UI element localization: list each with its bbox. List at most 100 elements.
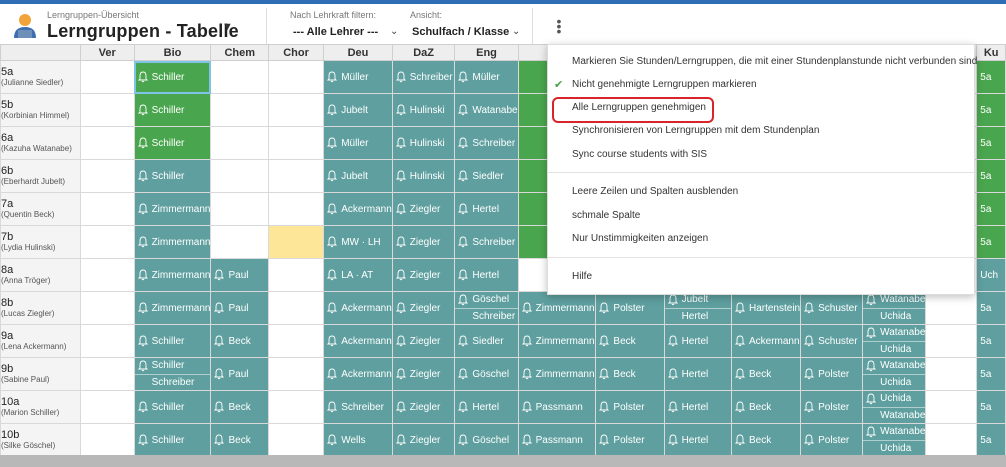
cell-subject[interactable]: Watanabe Uchida	[862, 357, 927, 391]
cell-subject[interactable]: Watanabe Uchida	[862, 291, 927, 325]
cell-subject[interactable]: Polster	[800, 423, 864, 457]
cell-ver[interactable]	[79, 192, 135, 226]
cell-daz[interactable]: Ziegler	[391, 390, 456, 424]
cell-chor[interactable]	[267, 93, 325, 127]
cell-subject[interactable]: Hertel	[663, 390, 732, 424]
cell-deu[interactable]: Jubelt	[323, 159, 393, 193]
cell-chor[interactable]	[267, 390, 325, 424]
menu-item-sync-sis[interactable]: Sync course students with SIS	[572, 149, 707, 160]
cell-chor[interactable]	[267, 126, 325, 160]
cell-subject[interactable]: Schuster	[800, 291, 864, 325]
cell-daz[interactable]: Ziegler	[391, 324, 456, 358]
cell-deu[interactable]: Wells	[323, 423, 393, 457]
cell-chem[interactable]	[210, 126, 269, 160]
column-header-chem[interactable]: Chem	[210, 44, 269, 61]
cell-chem[interactable]: Paul	[210, 258, 269, 292]
row-header[interactable]: 9b (Sabine Paul)	[0, 357, 81, 391]
cell-eng[interactable]: Siedler	[454, 159, 519, 193]
column-header-chor[interactable]: Chor	[267, 44, 325, 61]
cell-bio[interactable]: Schiller	[133, 126, 212, 160]
cell-daz[interactable]: Hulinski	[391, 126, 456, 160]
cell-ver[interactable]	[79, 357, 135, 391]
cell-subject[interactable]: Zimmermann	[517, 324, 597, 358]
cell-subject[interactable]: Polster	[595, 291, 665, 325]
cell-ku[interactable]: 5a	[976, 60, 1006, 94]
cell-daz[interactable]: Ziegler	[391, 357, 456, 391]
cell-subject[interactable]: Polster	[800, 390, 864, 424]
chevron-down-icon[interactable]: ⌄	[390, 26, 398, 37]
cell-chor[interactable]	[267, 357, 325, 391]
cell-bio[interactable]: Schiller	[133, 159, 212, 193]
cell-bio[interactable]: Schiller	[133, 60, 212, 94]
cell-deu[interactable]: Müller	[323, 60, 393, 94]
row-header[interactable]: 7a (Quentin Beck)	[0, 192, 81, 226]
cell-chem[interactable]	[210, 60, 269, 94]
column-header-ku[interactable]: Ku	[976, 44, 1006, 61]
cell-deu[interactable]: Schreiber	[323, 390, 393, 424]
cell-subject[interactable]: Hertel	[663, 423, 732, 457]
column-header-ver[interactable]: Ver	[79, 44, 135, 61]
cell-subject[interactable]: Beck	[730, 390, 802, 424]
cell-ku[interactable]: Uch	[976, 258, 1006, 292]
cell-eng[interactable]: Schreiber	[454, 126, 519, 160]
cell-ver[interactable]	[79, 60, 135, 94]
row-header[interactable]: 8a (Anna Tröger)	[0, 258, 81, 292]
cell-ver[interactable]	[79, 390, 135, 424]
cell-eng[interactable]: Hertel	[454, 390, 519, 424]
menu-item-help[interactable]: Hilfe	[572, 271, 592, 282]
cell-chor[interactable]	[267, 192, 325, 226]
cell-subject[interactable]: Polster	[595, 423, 665, 457]
cell-ver[interactable]	[79, 93, 135, 127]
cell-ver[interactable]	[79, 324, 135, 358]
cell-subject[interactable]: Passmann	[517, 423, 597, 457]
cell-subject[interactable]: Polster	[595, 390, 665, 424]
cell-subject[interactable]: Jubelt Hertel	[663, 291, 732, 325]
row-header[interactable]: 7b (Lydia Hulinski)	[0, 225, 81, 259]
cell-chor[interactable]	[267, 159, 325, 193]
cell-chor[interactable]	[267, 423, 325, 457]
cell-subject[interactable]: Hertel	[663, 357, 732, 391]
cell-daz[interactable]: Ziegler	[391, 423, 456, 457]
cell-chem[interactable]: Paul	[210, 357, 269, 391]
menu-item-mark-unapproved[interactable]: Nicht genehmigte Lerngruppen markieren	[572, 79, 757, 90]
cell-bio[interactable]: Schiller	[133, 390, 212, 424]
cell-chem[interactable]	[210, 159, 269, 193]
menu-item-narrow-column[interactable]: schmale Spalte	[572, 210, 640, 221]
cell-eng[interactable]: Müller	[454, 60, 519, 94]
more-options-icon[interactable]: • • •	[556, 14, 562, 38]
cell-deu[interactable]: Ackermann	[323, 357, 393, 391]
row-header[interactable]: 10b (Silke Göschel)	[0, 423, 81, 457]
cell-subject[interactable]: Beck	[595, 357, 665, 391]
cell-empty[interactable]	[925, 423, 978, 457]
horizontal-scrollbar[interactable]	[0, 455, 1006, 467]
cell-subject[interactable]: Polster	[800, 357, 864, 391]
cell-daz[interactable]: Ziegler	[391, 258, 456, 292]
cell-chem[interactable]	[210, 225, 269, 259]
cell-daz[interactable]: Schreiber	[391, 60, 456, 94]
cell-chor[interactable]	[267, 324, 325, 358]
menu-item-only-inconsistencies[interactable]: Nur Unstimmigkeiten anzeigen	[572, 233, 708, 244]
cell-empty[interactable]	[925, 357, 978, 391]
cell-ku[interactable]: 5a	[976, 291, 1006, 325]
cell-ver[interactable]	[79, 291, 135, 325]
cell-empty[interactable]	[925, 324, 978, 358]
view-select[interactable]: Schulfach / Klasse	[412, 26, 509, 38]
row-header[interactable]: 9a (Lena Ackermann)	[0, 324, 81, 358]
cell-deu[interactable]: Ackermann	[323, 324, 393, 358]
cell-daz[interactable]: Ziegler	[391, 225, 456, 259]
cell-deu[interactable]: LA · AT	[323, 258, 393, 292]
cell-ku[interactable]: 5a	[976, 357, 1006, 391]
cell-daz[interactable]: Ziegler	[391, 291, 456, 325]
row-header[interactable]: 5a (Julianne Siedler)	[0, 60, 81, 94]
cell-ku[interactable]: 5a	[976, 192, 1006, 226]
cell-chor[interactable]	[267, 258, 325, 292]
cell-subject[interactable]: Schuster	[800, 324, 864, 358]
cell-subject[interactable]: Beck	[730, 357, 802, 391]
cell-subject[interactable]: Passmann	[517, 390, 597, 424]
cell-subject[interactable]: Zimmermann	[517, 291, 597, 325]
cell-ku[interactable]: 5a	[976, 93, 1006, 127]
cell-bio[interactable]: Zimmermann	[133, 192, 212, 226]
row-header[interactable]: 6b (Eberhardt Jubelt)	[0, 159, 81, 193]
cell-chem[interactable]: Beck	[210, 324, 269, 358]
row-header[interactable]: 10a (Marion Schiller)	[0, 390, 81, 424]
